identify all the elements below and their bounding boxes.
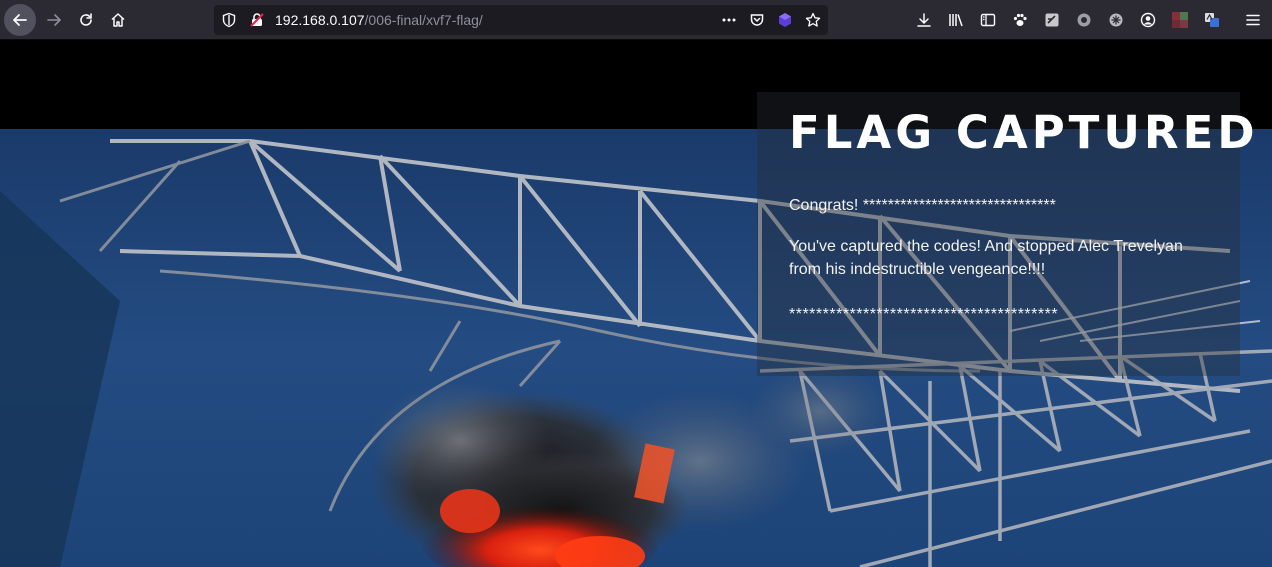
home-button[interactable] (102, 4, 134, 36)
extension-notes-icon (1045, 13, 1059, 27)
translate-button[interactable] (1196, 4, 1228, 36)
forward-button[interactable] (38, 4, 70, 36)
url-host: 192.168.0.107 (275, 12, 365, 28)
menu-icon (1246, 14, 1260, 26)
library-button[interactable] (940, 4, 972, 36)
pocket-icon[interactable] (749, 12, 765, 28)
library-icon (949, 14, 963, 27)
translate-icon (1205, 13, 1219, 27)
web-page: FLAG CAPTURED Congrats! ****************… (0, 41, 1272, 567)
extension-gear-button[interactable] (1100, 4, 1132, 36)
sidebar-button[interactable] (972, 4, 1004, 36)
extension-gear-icon (1109, 13, 1123, 27)
extension-cube-icon[interactable] (777, 12, 793, 28)
bookmark-star-icon[interactable] (805, 12, 821, 28)
flag-title: FLAG CAPTURED (789, 106, 1259, 159)
download-icon (917, 13, 931, 27)
forward-arrow-icon (47, 14, 61, 26)
captured-message: You've captured the codes! And stopped A… (789, 238, 1183, 278)
extension-color-icon (1172, 12, 1188, 28)
url-path: /006-final/xvf7-flag/ (364, 12, 483, 28)
back-arrow-icon (13, 14, 27, 26)
congrats-text: Congrats! ******************************… (789, 197, 1056, 214)
shield-icon[interactable] (221, 12, 237, 28)
sidebar-icon (980, 13, 996, 27)
reload-icon (80, 13, 92, 26)
url-bar[interactable]: 192.168.0.107/006-final/xvf7-flag/ (214, 5, 828, 35)
insecure-lock-icon[interactable] (249, 12, 265, 28)
url-text[interactable]: 192.168.0.107/006-final/xvf7-flag/ (275, 12, 483, 28)
extension-paw-button[interactable] (1004, 4, 1036, 36)
reload-button[interactable] (70, 4, 102, 36)
account-button[interactable] (1132, 4, 1164, 36)
back-button[interactable] (4, 4, 36, 36)
account-icon (1140, 12, 1156, 28)
extension-paw-icon (1013, 13, 1027, 26)
stars-divider: **************************************** (789, 306, 1059, 323)
extension-circle-button[interactable] (1068, 4, 1100, 36)
extension-circle-icon (1077, 13, 1091, 27)
more-icon[interactable] (721, 12, 737, 28)
home-icon (111, 13, 125, 27)
menu-button[interactable] (1237, 4, 1269, 36)
browser-toolbar: 192.168.0.107/006-final/xvf7-flag/ (0, 0, 1272, 40)
download-button[interactable] (908, 4, 940, 36)
extension-notes-button[interactable] (1036, 4, 1068, 36)
extension-color-button[interactable] (1164, 4, 1196, 36)
